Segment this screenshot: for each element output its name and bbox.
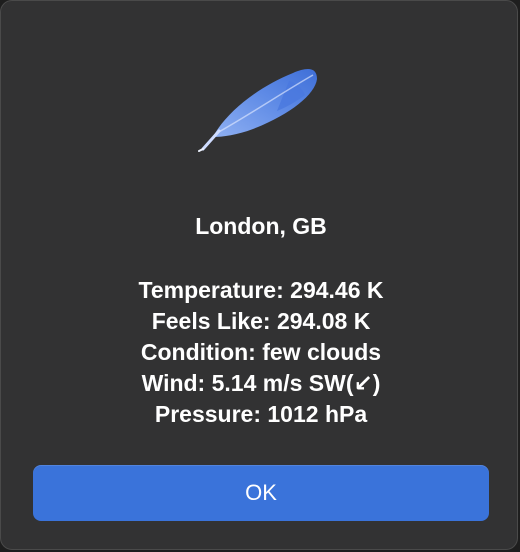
pressure-line: Pressure: 1012 hPa [154,401,368,427]
condition-line: Condition: few clouds [140,339,382,365]
temperature-line: Temperature: 294.46 K [138,277,384,303]
feels-like-line: Feels Like: 294.08 K [151,308,371,334]
weather-dialog: London, GB Temperature: 294.46 K Feels L… [0,0,518,550]
feather-icon [198,69,317,152]
weather-info: Temperature: 294.46 K Feels Like: 294.08… [1,275,520,430]
location-title: London, GB [195,213,327,239]
wind-line: Wind: 5.14 m/s SW(↙) [141,370,381,396]
ok-button[interactable]: OK [33,465,489,521]
